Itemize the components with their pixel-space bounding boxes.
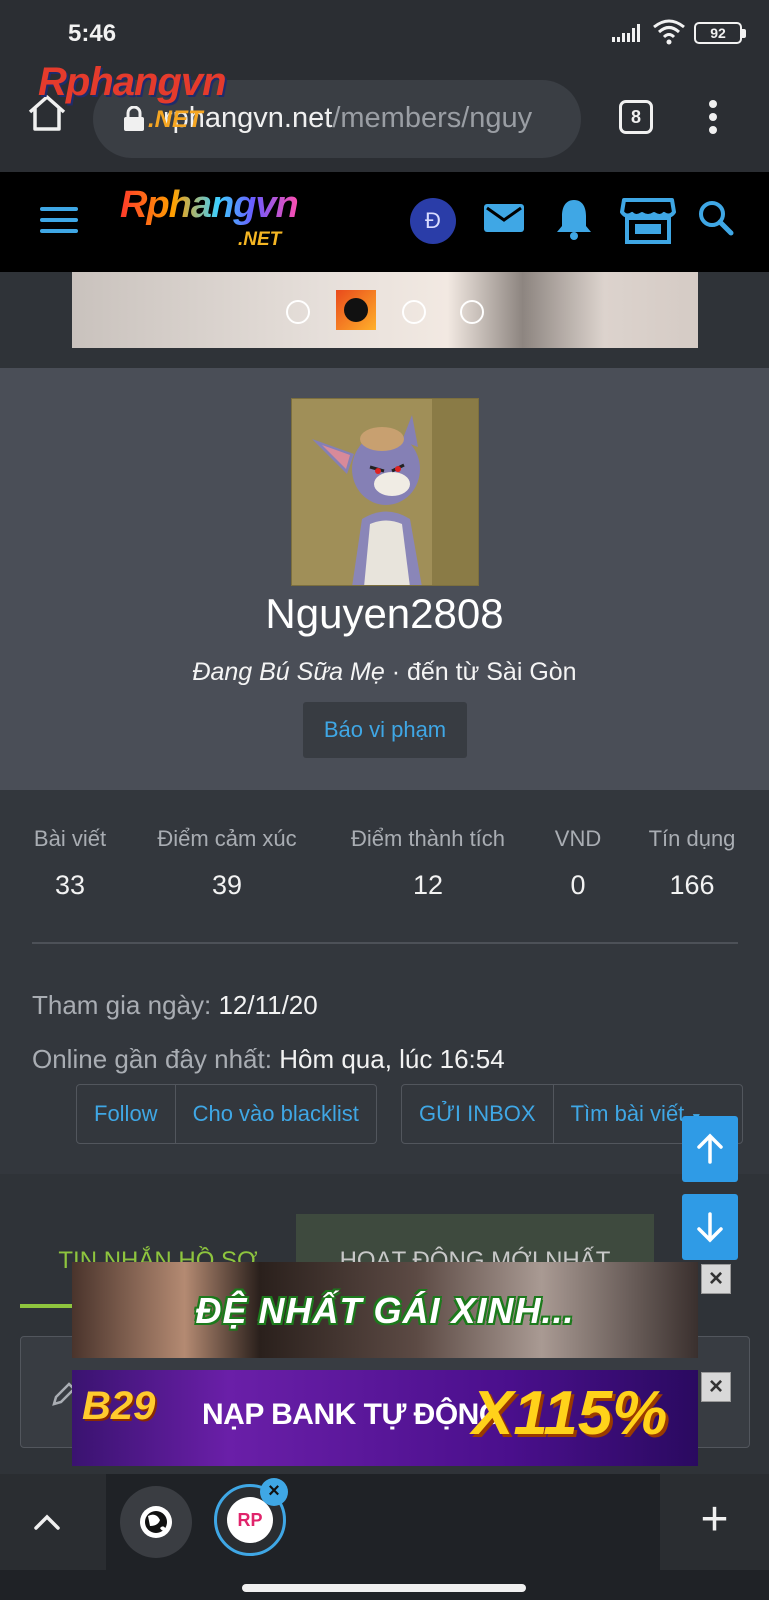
stat-value: 33: [54, 870, 86, 900]
stat-reactions[interactable]: Điểm cảm xúc 39: [152, 826, 302, 901]
last-seen-time[interactable]: Hôm qua, lúc 16:54: [279, 1044, 504, 1074]
ad-banner-2-text: NẠP BANK TỰ ĐỘNG: [202, 1398, 502, 1431]
menu-icon[interactable]: [40, 207, 78, 237]
user-location: · đến từ Sài Gòn: [384, 658, 577, 686]
scroll-top-button[interactable]: [682, 1116, 738, 1182]
profile-username: Nguyen2808: [265, 590, 504, 637]
blacklist-button[interactable]: Cho vào blacklist: [174, 1085, 376, 1143]
stat-posts[interactable]: Bài viết 33: [30, 826, 110, 901]
stat-value: 166: [669, 870, 715, 900]
stat-vnd[interactable]: VND 0: [552, 826, 604, 901]
new-tab-button[interactable]: +: [660, 1474, 769, 1570]
stat-label: Điểm thành tích: [350, 826, 506, 851]
stat-label: Tín dụng: [648, 826, 736, 851]
open-tab-1[interactable]: [120, 1486, 192, 1558]
action-group-1: Follow Cho vào blacklist: [76, 1084, 377, 1144]
divider: [32, 942, 738, 944]
carousel-dot[interactable]: [460, 300, 484, 324]
url-path: /members/nguy: [332, 102, 533, 134]
tab-switcher-button[interactable]: 8: [619, 100, 653, 134]
wifi-icon: [653, 19, 685, 45]
chevron-up-icon: [34, 1514, 60, 1530]
bell-icon[interactable]: [554, 196, 594, 242]
watermark-logo: Rphangvn: [38, 60, 227, 104]
site-logo-net: .NET: [238, 229, 282, 250]
site-header: Rphangvn .NET Đ: [0, 172, 769, 272]
browser-bottom-bar: RP × +: [0, 1474, 769, 1600]
report-button[interactable]: Báo vi phạm: [303, 702, 467, 758]
stat-label: VND: [554, 826, 602, 851]
browser-toolbar: rphangvn.net/members/nguy Rphangvn .NET …: [0, 60, 769, 172]
ad-banner-2-logo: B29: [82, 1384, 156, 1428]
status-time: 5:46: [68, 20, 117, 47]
url-text: rphangvn.net/members/nguy: [163, 102, 532, 135]
stat-label: Điểm cảm xúc: [157, 826, 297, 851]
stat-value: 12: [412, 870, 444, 900]
ad-banner-1-text: ĐỆ NHẤT GÁI XINH...: [195, 1290, 575, 1331]
store-icon[interactable]: [620, 196, 676, 246]
globe-icon: [140, 1506, 172, 1538]
stat-value: 39: [211, 870, 243, 900]
search-icon[interactable]: [696, 196, 736, 240]
carousel-dot[interactable]: [286, 300, 310, 324]
profile-card: Nguyen2808 Đang Bú Sữa Mẹ · đến từ Sài G…: [0, 368, 769, 790]
close-icon[interactable]: ×: [701, 1372, 731, 1402]
currency-icon[interactable]: Đ: [410, 198, 456, 244]
ad-banner-2-promo: X115%: [472, 1379, 668, 1448]
joined-date: 12/11/20: [218, 990, 318, 1020]
arrow-down-icon: [697, 1212, 723, 1243]
more-options-icon[interactable]: [703, 98, 723, 138]
stat-credits[interactable]: Tín dụng 166: [642, 826, 742, 901]
ad-banner-1[interactable]: ĐỆ NHẤT GÁI XINH...: [72, 1262, 698, 1358]
mail-icon[interactable]: [482, 196, 526, 240]
last-seen-info: Online gần đây nhất: Hôm qua, lúc 16:54: [32, 1044, 505, 1075]
watermark-logo-net: .NET: [148, 106, 203, 133]
last-seen-label: Online gần đây nhất:: [32, 1044, 272, 1074]
carousel-banner[interactable]: [72, 272, 698, 348]
close-icon[interactable]: ×: [701, 1264, 731, 1294]
send-inbox-button[interactable]: GỬI INBOX: [402, 1085, 553, 1143]
avatar-image: [292, 399, 478, 585]
battery-icon: 92: [694, 22, 746, 44]
joined-info: Tham gia ngày: 12/11/20: [32, 990, 318, 1021]
follow-button[interactable]: Follow: [77, 1085, 175, 1143]
ad-banner-2[interactable]: B29 NẠP BANK TỰ ĐỘNG X115%: [72, 1370, 698, 1466]
close-tab-icon[interactable]: ×: [260, 1478, 288, 1506]
stat-value: 0: [570, 870, 586, 900]
joined-label: Tham gia ngày:: [32, 990, 212, 1020]
carousel-dot-active[interactable]: [336, 290, 376, 330]
expand-tabs-button[interactable]: [0, 1474, 106, 1570]
stat-label: Bài viết: [33, 826, 107, 851]
avatar[interactable]: [291, 398, 479, 586]
site-logo[interactable]: Rphangvn: [120, 184, 299, 227]
find-posts-label: Tìm bài viết: [570, 1101, 685, 1126]
carousel-dot[interactable]: [402, 300, 426, 324]
profile-tagline: Đang Bú Sữa Mẹ · đến từ Sài Gòn: [0, 658, 769, 687]
lock-icon: [124, 106, 144, 131]
user-title: Đang Bú Sữa Mẹ: [192, 658, 385, 686]
home-indicator[interactable]: [242, 1584, 526, 1592]
scroll-bottom-button[interactable]: [682, 1194, 738, 1260]
stat-trophy-points[interactable]: Điểm thành tích 12: [344, 826, 512, 901]
signal-icon: [612, 24, 640, 42]
arrow-up-icon: [697, 1133, 723, 1164]
profile-stats: Bài viết 33 Điểm cảm xúc 39 Điểm thành t…: [0, 790, 769, 1174]
